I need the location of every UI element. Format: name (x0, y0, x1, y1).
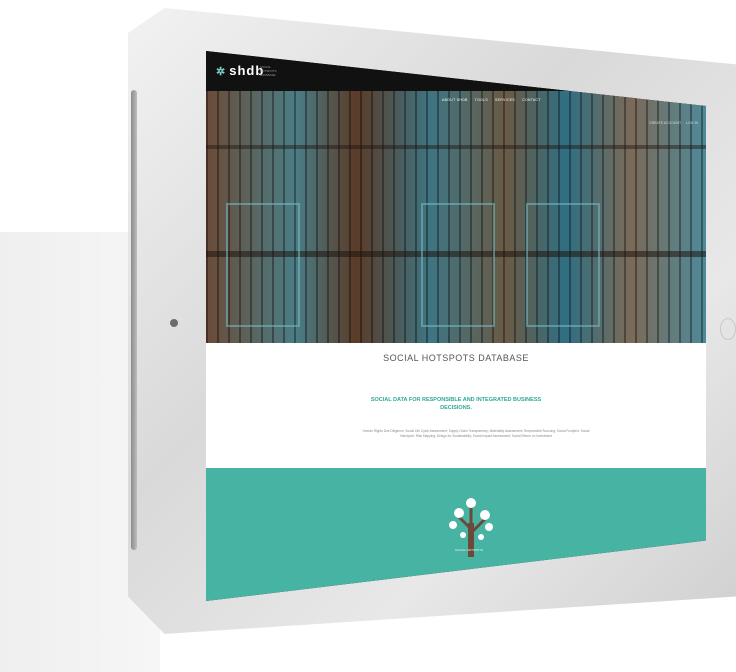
container-door (421, 203, 495, 327)
hero-image (206, 91, 706, 343)
page-title: SOCIAL HOTSPOTS DATABASE (383, 353, 529, 363)
logo-subtext: SOCIAL HOTSPOTS DATABASE (260, 65, 277, 77)
menu-item-tools[interactable]: TOOLS (475, 98, 488, 102)
container-door (526, 203, 600, 327)
tree-icon (449, 498, 493, 557)
menu-item-about[interactable]: ABOUT SHDB (442, 98, 468, 102)
menu-item-services[interactable]: SERVICES (495, 98, 515, 102)
tagline: SOCIAL DATA FOR RESPONSIBLE AND INTEGRAT… (370, 397, 542, 411)
home-button (170, 319, 178, 327)
container-door (226, 203, 300, 327)
main-menu: ABOUT SHDB TOOLS SERVICES CONTACT (442, 98, 541, 102)
login-link[interactable]: LOG IN (686, 121, 698, 125)
tablet-screen: ✲ shdb SOCIAL HOTSPOTS DATABASE ABOUT SHD… (206, 51, 706, 601)
tablet-side-edge (131, 90, 137, 550)
content-section: SOCIAL HOTSPOTS DATABASE SOCIAL DATA FOR… (206, 343, 706, 468)
site-logo[interactable]: ✲ shdb (216, 63, 264, 78)
hero-detail (206, 145, 706, 149)
utility-links: CREATE ACCOUNT LOG IN (649, 121, 698, 125)
keywords-text: Human Rights Due Diligence; Social Life … (362, 429, 590, 438)
camera-ring (720, 318, 736, 340)
snowflake-icon: ✲ (216, 66, 227, 78)
menu-item-contact[interactable]: CONTACT (522, 98, 541, 102)
create-account-link[interactable]: CREATE ACCOUNT (649, 121, 681, 125)
tree-caption: SOCIAL HOTSPOTS (454, 548, 484, 552)
